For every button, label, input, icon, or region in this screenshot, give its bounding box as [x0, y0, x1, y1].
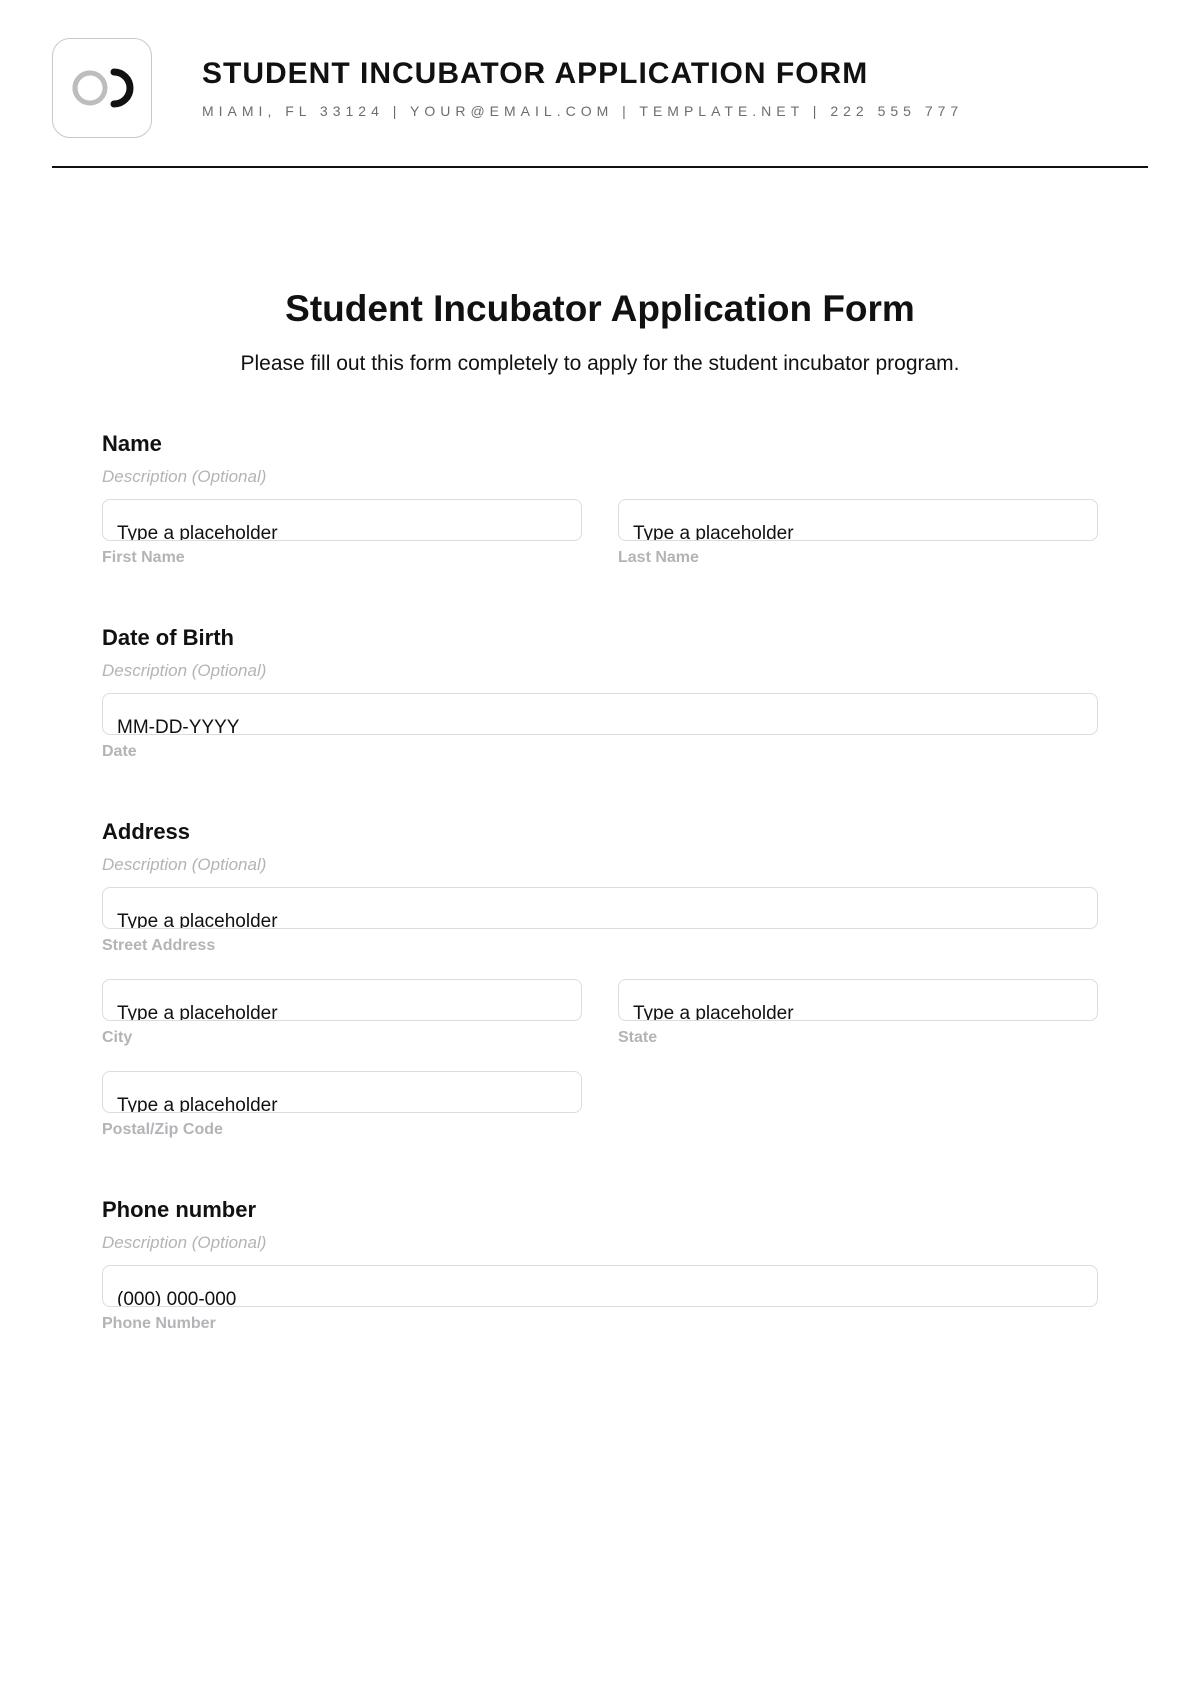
phone-sublabel: Phone Number [102, 1315, 1098, 1333]
address-label: Address [102, 819, 1098, 845]
section-address: Address Description (Optional) Type a pl… [102, 819, 1098, 1139]
street-input[interactable]: Type a placeholder [102, 887, 1098, 929]
last-name-input[interactable]: Type a placeholder [618, 499, 1098, 541]
section-name: Name Description (Optional) Type a place… [102, 431, 1098, 567]
street-sublabel: Street Address [102, 937, 1098, 955]
name-label: Name [102, 431, 1098, 457]
state-sublabel: State [618, 1029, 1098, 1047]
section-phone: Phone number Description (Optional) (000… [102, 1197, 1098, 1333]
phone-input[interactable]: (000) 000-000 [102, 1265, 1098, 1307]
phone-desc: Description (Optional) [102, 1233, 1098, 1253]
postal-input[interactable]: Type a placeholder [102, 1071, 582, 1113]
rings-icon [70, 68, 134, 108]
last-name-sublabel: Last Name [618, 549, 1098, 567]
first-name-sublabel: First Name [102, 549, 582, 567]
first-name-input[interactable]: Type a placeholder [102, 499, 582, 541]
logo [52, 38, 152, 138]
form-intro: Please fill out this form completely to … [102, 352, 1098, 376]
state-input[interactable]: Type a placeholder [618, 979, 1098, 1021]
postal-sublabel: Postal/Zip Code [102, 1121, 582, 1139]
dob-desc: Description (Optional) [102, 661, 1098, 681]
header-divider [52, 166, 1148, 168]
name-desc: Description (Optional) [102, 467, 1098, 487]
header-contact: MIAMI, FL 33124 | YOUR@EMAIL.COM | TEMPL… [202, 103, 963, 119]
page-header: STUDENT INCUBATOR APPLICATION FORM MIAMI… [52, 38, 1148, 138]
phone-label: Phone number [102, 1197, 1098, 1223]
section-dob: Date of Birth Description (Optional) MM-… [102, 625, 1098, 761]
form-title: Student Incubator Application Form [102, 288, 1098, 330]
city-sublabel: City [102, 1029, 582, 1047]
address-desc: Description (Optional) [102, 855, 1098, 875]
city-input[interactable]: Type a placeholder [102, 979, 582, 1021]
header-title: STUDENT INCUBATOR APPLICATION FORM [202, 57, 963, 91]
dob-input[interactable]: MM-DD-YYYY [102, 693, 1098, 735]
dob-sublabel: Date [102, 743, 1098, 761]
dob-label: Date of Birth [102, 625, 1098, 651]
